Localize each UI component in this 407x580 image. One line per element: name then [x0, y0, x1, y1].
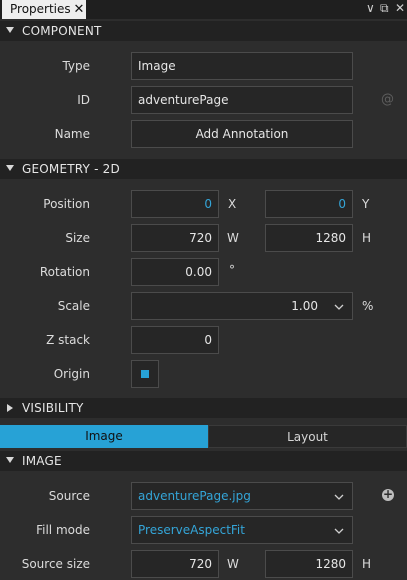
sourcesize-height-input[interactable]: 1280	[265, 550, 353, 578]
scale-value: 1.00	[291, 299, 318, 313]
section-component[interactable]: COMPONENT	[0, 21, 407, 41]
chevron-down-icon[interactable]	[334, 526, 344, 536]
origin-picker[interactable]	[131, 360, 159, 388]
origin-marker	[141, 370, 149, 378]
x-unit-label: X	[228, 197, 237, 211]
h-unit-label: H	[362, 557, 372, 571]
rotation-input[interactable]: 0.00	[131, 258, 219, 286]
fillmode-label: Fill mode	[36, 523, 90, 537]
expand-arrow-icon	[7, 404, 13, 412]
chevron-down-icon[interactable]	[334, 302, 344, 312]
add-resource-icon[interactable]: +	[382, 487, 394, 501]
type-field: Image	[131, 52, 353, 80]
section-title: IMAGE	[22, 454, 62, 468]
id-label: ID	[77, 93, 90, 107]
zstack-label: Z stack	[46, 333, 90, 347]
id-input[interactable]: adventurePage	[131, 86, 353, 114]
close-icon[interactable]: ✕	[72, 0, 86, 19]
size-width-input[interactable]: 720	[131, 224, 219, 252]
plus-glyph: +	[382, 487, 394, 501]
tab-image[interactable]: Image	[0, 425, 208, 448]
section-visibility[interactable]: VISIBILITY	[0, 398, 407, 418]
tab-label: Properties	[10, 2, 71, 16]
zstack-input[interactable]: 0	[131, 326, 219, 354]
position-label: Position	[43, 197, 90, 211]
w-unit-label: W	[227, 231, 239, 245]
section-geometry-2d[interactable]: GEOMETRY - 2D	[0, 159, 407, 179]
tab-properties[interactable]: Properties ✕	[2, 0, 86, 19]
section-title: COMPONENT	[22, 24, 102, 38]
scale-combobox[interactable]: 1.00	[131, 292, 353, 320]
origin-label: Origin	[53, 367, 90, 381]
type-label: Type	[62, 59, 90, 73]
source-value: adventurePage.jpg	[138, 489, 251, 503]
add-annotation-button[interactable]: Add Annotation	[131, 120, 353, 148]
collapse-arrow-icon	[6, 27, 14, 33]
fillmode-combobox[interactable]: PreserveAspectFit	[131, 516, 353, 544]
w-unit-label: W	[227, 557, 239, 571]
chevron-down-icon[interactable]: ∨	[366, 1, 375, 15]
alias-at-icon[interactable]: @	[381, 92, 394, 107]
tab-layout[interactable]: Layout	[208, 425, 407, 448]
section-title: GEOMETRY - 2D	[22, 162, 120, 176]
collapse-arrow-icon	[6, 457, 14, 463]
scale-label: Scale	[57, 299, 90, 313]
name-label: Name	[54, 127, 90, 141]
section-title: VISIBILITY	[22, 401, 84, 415]
source-label: Source	[48, 489, 90, 503]
degree-unit-label: °	[229, 263, 235, 277]
sourcesize-label: Source size	[21, 557, 90, 571]
rotation-label: Rotation	[39, 265, 90, 279]
fillmode-value: PreserveAspectFit	[138, 523, 245, 537]
chevron-down-icon[interactable]	[334, 492, 344, 502]
section-image[interactable]: IMAGE	[0, 451, 407, 471]
close-panel-icon[interactable]: ✕	[395, 1, 405, 15]
h-unit-label: H	[362, 231, 372, 245]
sourcesize-width-input[interactable]: 720	[131, 550, 219, 578]
size-height-input[interactable]: 1280	[265, 224, 353, 252]
float-window-icon[interactable]: ⧉	[380, 1, 389, 16]
position-y-input[interactable]: 0	[265, 190, 353, 218]
y-unit-label: Y	[362, 197, 370, 211]
collapse-arrow-icon	[6, 165, 14, 171]
source-combobox[interactable]: adventurePage.jpg	[131, 482, 353, 510]
position-x-input[interactable]: 0	[131, 190, 219, 218]
size-label: Size	[65, 231, 90, 245]
percent-unit-label: %	[362, 299, 374, 313]
